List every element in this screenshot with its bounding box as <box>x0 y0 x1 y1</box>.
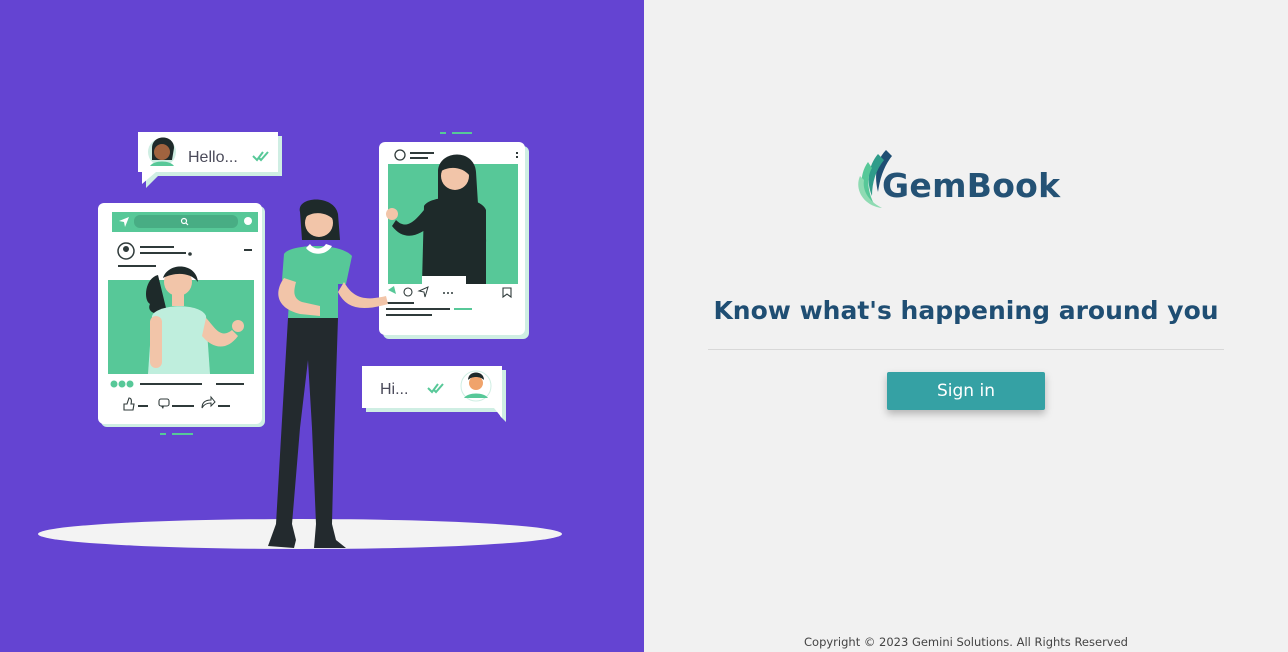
hi-chat-bubble: Hi... <box>362 366 506 422</box>
hello-chat-bubble: Hello... <box>138 132 282 188</box>
tagline: Know what's happening around you <box>713 296 1219 325</box>
ground-shadow <box>38 519 562 549</box>
divider <box>708 349 1224 350</box>
right-phone-card <box>379 142 529 339</box>
hi-bubble-text: Hi... <box>380 381 408 398</box>
copyright-text: Copyright © 2023 Gemini Solutions. All R… <box>804 635 1128 649</box>
left-phone-card <box>98 203 265 427</box>
login-panel: GemBook Know what's happening around you… <box>644 0 1288 652</box>
social-media-illustration: Hello... Hi... <box>38 132 562 549</box>
brand-logo: GemBook <box>856 148 1080 212</box>
brand-name: GemBook <box>882 166 1061 205</box>
sign-in-button[interactable]: Sign in <box>887 372 1045 410</box>
hello-bubble-text: Hello... <box>188 149 238 166</box>
illustration-panel: Hello... Hi... <box>0 0 644 652</box>
